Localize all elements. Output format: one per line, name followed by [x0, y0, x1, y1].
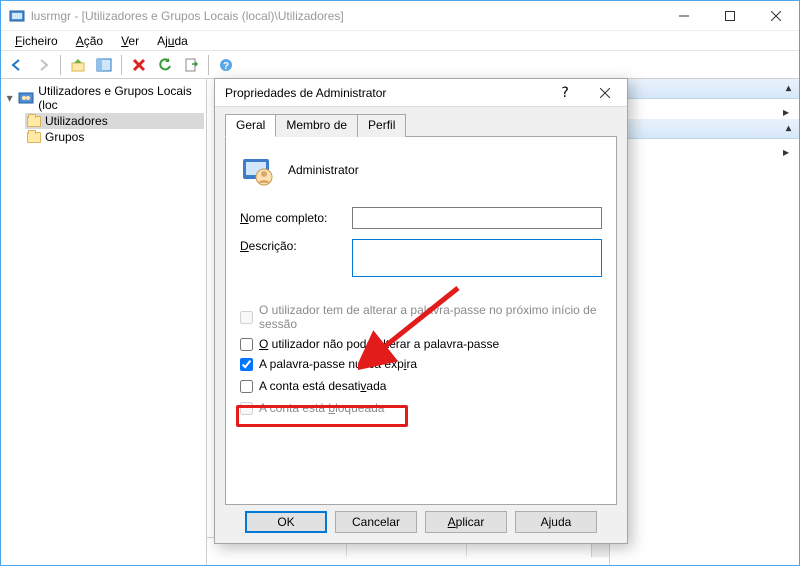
- tree-groups-label: Grupos: [45, 130, 84, 144]
- username-label: Administrator: [288, 163, 359, 177]
- check-must-change: O utilizador tem de alterar a palavra-pa…: [240, 303, 602, 331]
- collapse-icon: ▴: [786, 83, 791, 94]
- help-button[interactable]: ?: [214, 53, 238, 77]
- check-never-expires[interactable]: A palavra-passe nunca expira: [240, 357, 602, 371]
- forward-button[interactable]: [31, 53, 55, 77]
- cancel-button[interactable]: Cancelar: [335, 511, 417, 533]
- ok-button[interactable]: OK: [245, 511, 327, 533]
- collapse-icon: ▴: [786, 123, 791, 134]
- dialog-help-button[interactable]: ?: [545, 79, 585, 107]
- dialog-tabs: Geral Membro de Perfil: [225, 113, 617, 137]
- menubar: Ficheiro Ação Ver Ajuda: [1, 31, 799, 51]
- action-header-2[interactable]: ▴: [610, 119, 799, 139]
- dialog-title: Propriedades de Administrator: [225, 86, 545, 100]
- refresh-button[interactable]: [153, 53, 177, 77]
- user-icon: [240, 153, 274, 187]
- folder-icon: [27, 116, 41, 127]
- check-account-disabled[interactable]: A conta está desativada: [240, 377, 602, 395]
- action-pane: ▴ ▸ ▴ ▸: [609, 79, 799, 565]
- tree-users-label: Utilizadores: [45, 114, 108, 128]
- titlebar: lusrmgr - [Utilizadores e Grupos Locais …: [1, 1, 799, 31]
- label-descricao: Descrição:: [240, 239, 342, 253]
- input-nome-completo[interactable]: [352, 207, 602, 229]
- label-nome-completo: Nome completo:: [240, 211, 342, 225]
- dialog-titlebar: Propriedades de Administrator ?: [215, 79, 627, 107]
- tree-root-label: Utilizadores e Grupos Locais (loc: [38, 84, 202, 112]
- tab-geral[interactable]: Geral: [225, 114, 276, 137]
- properties-dialog: Propriedades de Administrator ? Geral Me…: [214, 78, 628, 544]
- menu-ver[interactable]: Ver: [113, 32, 147, 50]
- back-button[interactable]: [5, 53, 29, 77]
- apply-button[interactable]: Aplicar: [425, 511, 507, 533]
- tab-perfil[interactable]: Perfil: [357, 114, 406, 137]
- tab-membro-de[interactable]: Membro de: [275, 114, 358, 137]
- tree-item-groups[interactable]: Grupos: [25, 129, 204, 145]
- tree-pane[interactable]: ▾ Utilizadores e Grupos Locais (loc Util…: [1, 79, 207, 565]
- close-button[interactable]: [753, 1, 799, 31]
- minimize-button[interactable]: [661, 1, 707, 31]
- chevron-right-icon: ▸: [783, 105, 789, 119]
- show-hide-tree-button[interactable]: [92, 53, 116, 77]
- tab-page-geral: Administrator Nome completo: Descrição: …: [225, 137, 617, 505]
- menu-acao[interactable]: Ação: [68, 32, 111, 50]
- input-descricao[interactable]: [352, 239, 602, 277]
- action-header-1[interactable]: ▴: [610, 79, 799, 99]
- app-icon: [9, 8, 25, 24]
- menu-ajuda[interactable]: Ajuda: [149, 32, 196, 50]
- tree-item-users[interactable]: Utilizadores: [25, 113, 204, 129]
- svg-text:?: ?: [223, 61, 229, 72]
- dialog-buttons: OK Cancelar Aplicar Ajuda: [215, 511, 627, 533]
- check-account-locked: A conta está bloqueada: [240, 401, 602, 415]
- chevron-right-icon: ▸: [783, 145, 789, 159]
- menu-ficheiro[interactable]: Ficheiro: [7, 32, 66, 50]
- toolbar: ?: [1, 51, 799, 79]
- folder-icon: [27, 132, 41, 143]
- mgr-icon: [18, 90, 34, 106]
- dialog-close-button[interactable]: [585, 79, 625, 107]
- window-title: lusrmgr - [Utilizadores e Grupos Locais …: [31, 9, 661, 23]
- help-dialog-button[interactable]: Ajuda: [515, 511, 597, 533]
- tree-root[interactable]: ▾ Utilizadores e Grupos Locais (loc: [3, 83, 204, 113]
- up-button[interactable]: [66, 53, 90, 77]
- export-button[interactable]: [179, 53, 203, 77]
- maximize-button[interactable]: [707, 1, 753, 31]
- check-cant-change[interactable]: O utilizador não pode alterar a palavra-…: [240, 337, 602, 351]
- delete-button[interactable]: [127, 53, 151, 77]
